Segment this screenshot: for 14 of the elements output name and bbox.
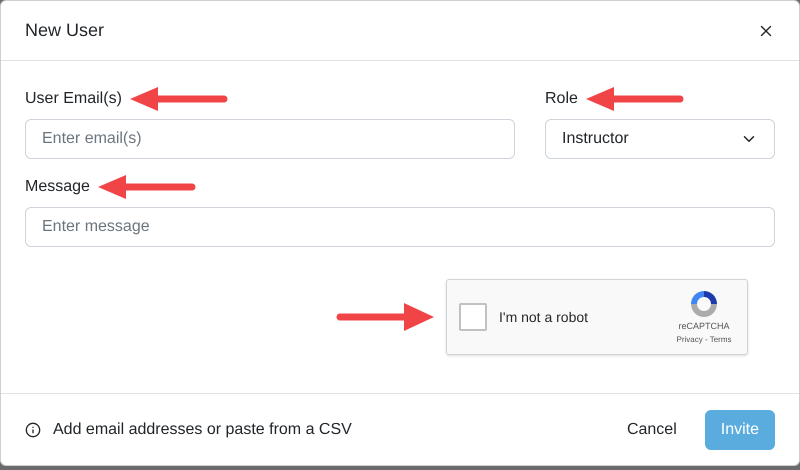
role-label: Role	[545, 89, 578, 109]
captcha-label: I'm not a robot	[499, 308, 590, 326]
recaptcha-links[interactable]: Privacy - Terms	[676, 334, 732, 346]
footer-hint: Add email addresses or paste from a CSV	[53, 420, 353, 440]
role-dropdown[interactable]: Instructor	[545, 119, 775, 159]
email-field[interactable]: Enter email(s)	[25, 119, 515, 159]
cancel-button[interactable]: Cancel	[614, 410, 689, 450]
captcha-checkbox[interactable]	[459, 303, 487, 331]
info-icon	[25, 422, 41, 438]
message-field[interactable]: Enter message	[25, 207, 775, 247]
message-label: Message	[25, 177, 90, 197]
recaptcha-brand: reCAPTCHA	[678, 320, 730, 334]
email-label: User Email(s)	[25, 89, 122, 109]
dialog-title: New User	[25, 19, 104, 42]
